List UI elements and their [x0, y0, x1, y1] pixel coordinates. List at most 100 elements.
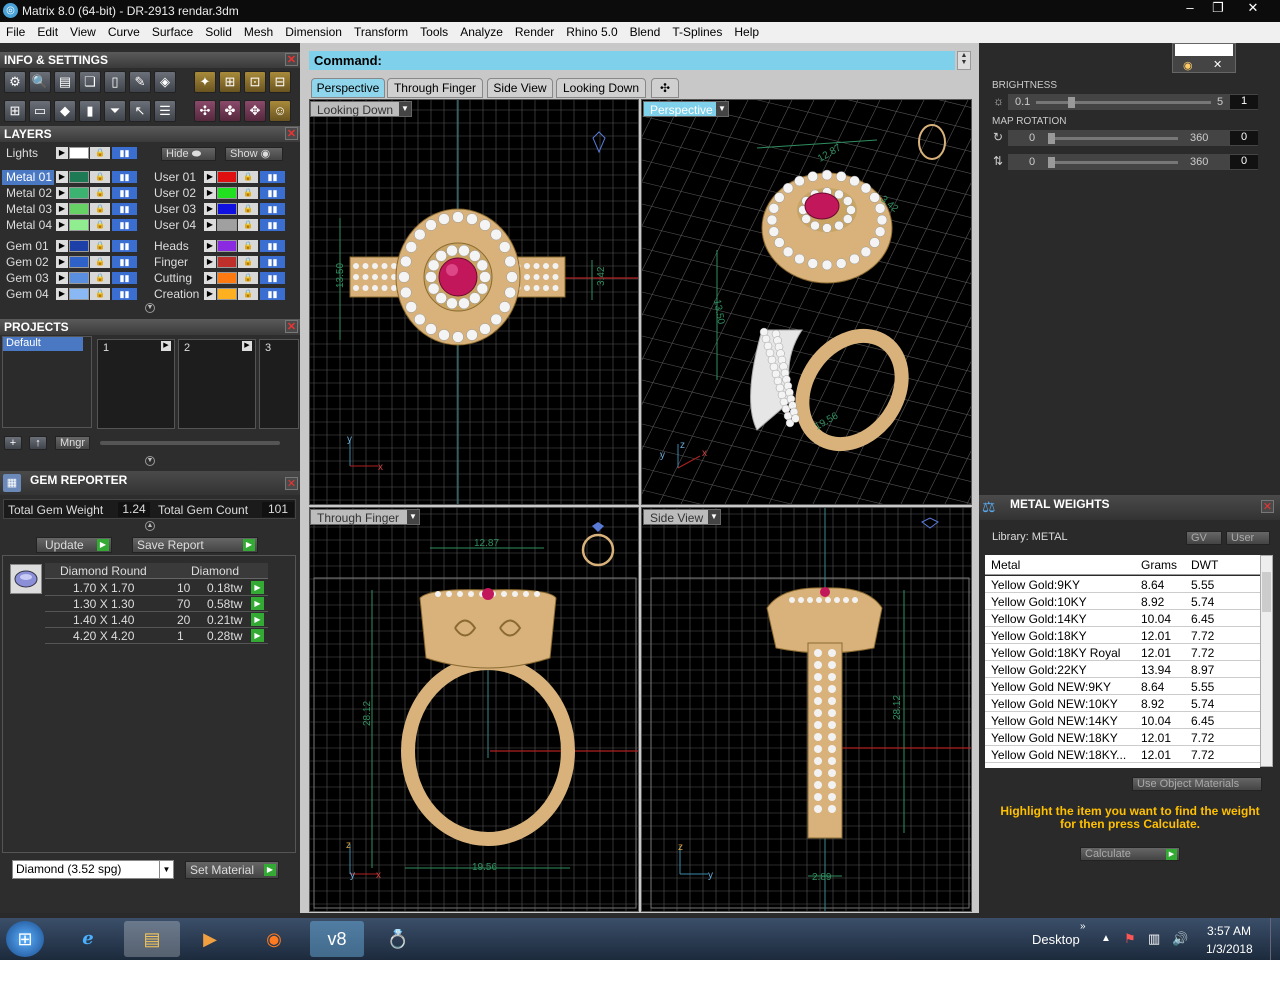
brightness-thumb[interactable] [1068, 97, 1076, 108]
command-scroll[interactable]: ▲ ▼ [957, 51, 971, 70]
visibility-toggle[interactable]: ▮▮ [112, 171, 137, 183]
layer-row[interactable]: User 02 ▶ 🔒 ▮▮ [150, 186, 290, 201]
tab-looking-down[interactable]: Looking Down [556, 78, 646, 98]
lock-icon[interactable]: 🔒 [238, 171, 258, 183]
visibility-toggle[interactable]: ▮▮ [260, 288, 285, 300]
metal-row[interactable]: Yellow Gold:22KY 13.94 8.97 [985, 661, 1260, 678]
calculate-button[interactable]: Calculate ▶ [1080, 847, 1180, 861]
layer-row[interactable]: Gem 02 ▶ 🔒 ▮▮ [2, 255, 142, 270]
snap-point-icon[interactable]: ⊡ [244, 71, 266, 93]
close-icon[interactable]: ✕ [285, 127, 298, 140]
lights-row[interactable]: Lights ▶ 🔒 ▮▮ [2, 146, 142, 161]
visibility-toggle[interactable]: ▮▮ [112, 288, 137, 300]
layer-color-swatch[interactable] [217, 272, 237, 284]
visibility-toggle[interactable]: ▮▮ [260, 171, 285, 183]
layer-row[interactable]: Metal 01 ▶ 🔒 ▮▮ [2, 170, 142, 185]
person-icon[interactable]: ☺ [269, 100, 291, 122]
menu-tsplines[interactable]: T-Splines [666, 22, 728, 39]
media-player-icon[interactable]: ▶ [190, 921, 230, 957]
filter-icon[interactable]: ⏷ [104, 100, 126, 122]
material-select[interactable]: Diamond (3.52 spg) ▼ [12, 860, 174, 879]
lock-icon[interactable]: 🔒 [90, 203, 110, 215]
layer-color-swatch[interactable] [217, 219, 237, 231]
layer-color-swatch[interactable] [69, 147, 89, 159]
pen-icon[interactable]: ✎ [129, 71, 151, 93]
visibility-toggle[interactable]: ▮▮ [260, 240, 285, 252]
snap-grid-icon[interactable]: ⊞ [219, 71, 241, 93]
visibility-toggle[interactable]: ▮▮ [260, 187, 285, 199]
layer-row[interactable]: Metal 03 ▶ 🔒 ▮▮ [2, 202, 142, 217]
lock-icon[interactable]: 🔒 [90, 147, 110, 159]
internet-explorer-icon[interactable]: e [68, 921, 108, 957]
show-button[interactable]: Show ◉ [225, 147, 283, 161]
clock-time[interactable]: 3:57 AM [1207, 924, 1251, 938]
near-snap-icon[interactable]: ✥ [244, 100, 266, 122]
copy-icon[interactable]: ❏ [79, 71, 101, 93]
layer-row[interactable]: Creation ▶ 🔒 ▮▮ [150, 287, 290, 302]
manager-button[interactable]: Mngr [55, 436, 90, 450]
lock-icon[interactable]: 🔒 [238, 256, 258, 268]
lock-icon[interactable]: 🔒 [90, 240, 110, 252]
menu-blend[interactable]: Blend [624, 22, 667, 39]
metal-scrollbar[interactable] [1260, 555, 1273, 767]
menu-surface[interactable]: Surface [146, 22, 199, 39]
layer-color-swatch[interactable] [217, 288, 237, 300]
chevron-icon[interactable]: » [1080, 921, 1086, 932]
visibility-toggle[interactable]: ▮▮ [112, 256, 137, 268]
tab-through-finger[interactable]: Through Finger [387, 78, 483, 98]
gem-icon[interactable]: ◆ [54, 100, 76, 122]
rotation-thumb[interactable] [1048, 157, 1055, 168]
collapse-icon[interactable]: ▼ [145, 303, 155, 313]
layer-color-swatch[interactable] [69, 272, 89, 284]
add-tab-icon[interactable]: ✣ [651, 78, 679, 98]
viewport-perspective[interactable]: 12.87 3.42 13.50 19.56 z y x [641, 99, 972, 505]
close-icon[interactable]: ✕ [1261, 500, 1274, 513]
layer-color-swatch[interactable] [217, 187, 237, 199]
arrow-right-icon[interactable]: ▶ [204, 272, 216, 284]
set-material-button[interactable]: Set Material ▶ [185, 861, 279, 879]
layer-color-swatch[interactable] [69, 219, 89, 231]
file-explorer-icon[interactable]: ▤ [124, 921, 180, 957]
visibility-toggle[interactable]: ▮▮ [260, 256, 285, 268]
tab-side-view[interactable]: Side View [487, 78, 553, 98]
arrow-right-icon[interactable]: ▶ [56, 171, 68, 183]
metal-row[interactable]: Yellow Gold:10KY 8.92 5.74 [985, 593, 1260, 610]
viewport-label-looking-down[interactable]: Looking Down ▼ [310, 101, 412, 117]
network-icon[interactable]: ▥ [1148, 931, 1160, 947]
desktop-label[interactable]: Desktop [1032, 932, 1080, 947]
layer-row[interactable]: User 04 ▶ 🔒 ▮▮ [150, 218, 290, 233]
list-icon[interactable]: ☰ [154, 100, 176, 122]
close-icon[interactable]: ✕ [1213, 58, 1222, 71]
menu-file[interactable]: File [0, 22, 31, 39]
metal-row[interactable]: Yellow Gold NEW:9KY 8.64 5.55 [985, 678, 1260, 695]
show-desktop-button[interactable] [1270, 918, 1280, 960]
use-object-materials-button[interactable]: Use Object Materials [1132, 777, 1262, 791]
maximize-icon[interactable]: ❐ [1204, 0, 1232, 18]
arrow-right-icon[interactable]: ▶ [204, 256, 216, 268]
save-report-button[interactable]: Save Report ▶ [132, 537, 258, 553]
arrow-right-icon[interactable]: ▶ [56, 240, 68, 252]
close-icon[interactable]: ✕ [1238, 0, 1268, 18]
metal-row[interactable]: Yellow Gold NEW:14KY 10.04 6.45 [985, 712, 1260, 729]
viewport-looking-down[interactable]: 13.50 3.42 y x [309, 99, 639, 505]
layer-color-swatch[interactable] [69, 203, 89, 215]
tray-up-arrow-icon[interactable]: ▲ [1101, 933, 1111, 944]
up-arrow-icon[interactable]: ↑ [29, 436, 47, 450]
lock-icon[interactable]: 🔒 [238, 240, 258, 252]
menu-transform[interactable]: Transform [348, 22, 414, 39]
arrow-right-icon[interactable]: ▶ [204, 288, 216, 300]
menu-help[interactable]: Help [728, 22, 765, 39]
close-icon[interactable]: ✕ [285, 477, 298, 490]
arrow-right-icon[interactable]: ▶ [56, 288, 68, 300]
arrow-right-icon[interactable]: ▶ [204, 203, 216, 215]
lock-icon[interactable]: 🔒 [90, 171, 110, 183]
clock-date[interactable]: 1/3/2018 [1206, 942, 1253, 956]
rotation-slider[interactable] [1048, 137, 1178, 140]
project-slot-3[interactable]: 3 [259, 339, 299, 429]
layer-color-swatch[interactable] [69, 288, 89, 300]
viewport-label-side-view[interactable]: Side View ▼ [643, 509, 721, 525]
action-center-icon[interactable]: ⚑ [1124, 931, 1136, 947]
menu-curve[interactable]: Curve [102, 22, 146, 39]
menu-mesh[interactable]: Mesh [238, 22, 279, 39]
play-icon[interactable]: ▶ [251, 581, 264, 594]
